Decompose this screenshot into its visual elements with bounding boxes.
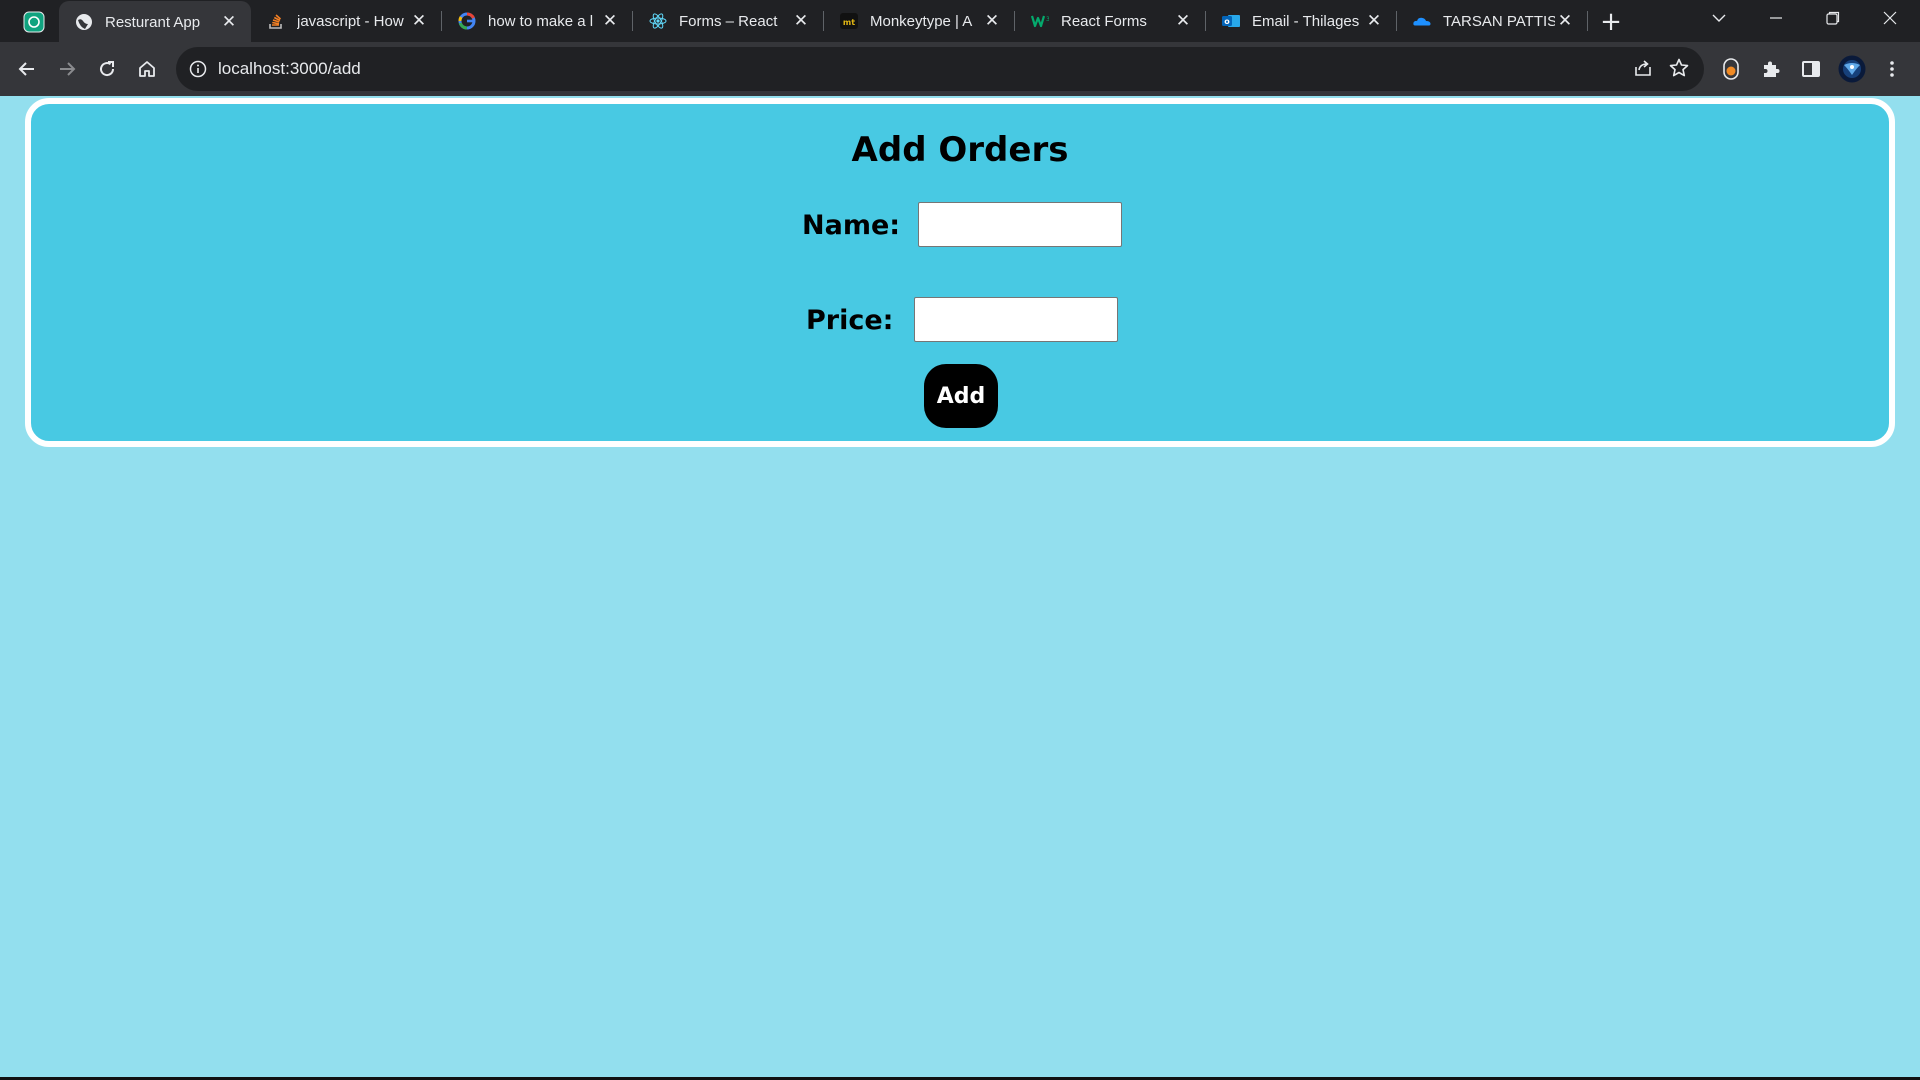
close-icon — [1883, 11, 1897, 25]
chevron-down-icon — [1712, 14, 1726, 22]
tab-search-dropdown[interactable] — [1691, 0, 1747, 36]
info-icon[interactable] — [188, 59, 208, 79]
tab-title: Resturant App — [105, 13, 201, 31]
monkeytype-icon: mt — [840, 12, 858, 30]
restore-button[interactable] — [1805, 0, 1861, 36]
side-panel-button[interactable] — [1795, 53, 1827, 85]
chatgpt-icon — [23, 11, 45, 33]
profile-button[interactable] — [1836, 53, 1868, 85]
reload-icon — [100, 61, 115, 77]
home-icon — [139, 61, 155, 77]
star-icon[interactable] — [1668, 57, 1692, 81]
browser-toolbar: localhost:3000/add — [0, 42, 1920, 96]
tab-separator — [1587, 11, 1588, 31]
name-input[interactable] — [918, 202, 1122, 247]
arrow-right-icon — [60, 62, 76, 76]
avatar — [1838, 55, 1866, 83]
new-tab-button[interactable]: + — [1597, 7, 1625, 37]
w3schools-icon: 3 — [1031, 12, 1049, 30]
add-button[interactable]: Add — [924, 364, 998, 428]
tab-forms-react[interactable]: Forms – React ✕ — [633, 0, 823, 42]
extension-badge-icon — [1723, 58, 1739, 80]
svg-text:mt: mt — [843, 18, 855, 27]
tab-title: javascript - How — [297, 12, 404, 30]
reload-button[interactable] — [91, 53, 123, 85]
url-text[interactable]: localhost:3000/add — [218, 59, 361, 79]
tab-react-forms[interactable]: 3 React Forms ✕ — [1015, 0, 1205, 42]
close-icon[interactable]: ✕ — [1173, 11, 1193, 31]
tab-how-to-make[interactable]: how to make a l ✕ — [442, 0, 632, 42]
side-panel-icon — [1802, 61, 1820, 77]
close-icon[interactable]: ✕ — [1364, 11, 1384, 31]
name-label: Name: — [802, 210, 901, 241]
close-icon[interactable]: ✕ — [219, 12, 239, 32]
restore-icon — [1826, 11, 1840, 25]
price-label: Price: — [806, 305, 894, 336]
close-icon[interactable]: ✕ — [791, 11, 811, 31]
tab-javascript-how[interactable]: javascript - How ✕ — [251, 0, 441, 42]
onedrive-icon — [1413, 12, 1431, 30]
close-window-button[interactable] — [1862, 0, 1918, 36]
back-button[interactable] — [11, 53, 43, 85]
close-icon[interactable]: ✕ — [1555, 11, 1575, 31]
extensions-menu-button[interactable] — [1755, 53, 1787, 85]
globe-icon — [75, 13, 93, 31]
tab-title: Email - Thilages — [1252, 12, 1360, 30]
share-icon[interactable] — [1632, 57, 1656, 81]
close-icon[interactable]: ✕ — [409, 11, 429, 31]
arrow-left-icon — [18, 62, 34, 76]
minimize-icon — [1770, 17, 1782, 19]
price-input[interactable] — [914, 297, 1118, 342]
tab-email[interactable]: o Email - Thilages ✕ — [1206, 0, 1396, 42]
extension-button[interactable] — [1715, 53, 1747, 85]
puzzle-icon — [1764, 61, 1780, 77]
tab-title: Monkeytype | A — [870, 12, 973, 30]
svg-text:o: o — [1224, 17, 1230, 26]
svg-text:3: 3 — [1046, 16, 1049, 23]
tab-tarsan-pattis[interactable]: TARSAN PATTIS ✕ — [1397, 0, 1587, 42]
stackoverflow-icon — [267, 12, 285, 30]
page-title: Add Orders — [851, 130, 1069, 170]
forward-button[interactable] — [51, 53, 83, 85]
more-vertical-icon — [1890, 61, 1894, 77]
tab-monkeytype[interactable]: mt Monkeytype | A ✕ — [824, 0, 1014, 42]
tab-resturant-app[interactable]: Resturant App ✕ — [59, 1, 251, 43]
tab-search-button[interactable] — [21, 9, 47, 35]
close-icon[interactable]: ✕ — [600, 11, 620, 31]
address-bar[interactable]: localhost:3000/add — [176, 47, 1704, 91]
tab-title: how to make a l — [488, 12, 594, 30]
add-orders-card: Add Orders Name: Price: Add — [25, 98, 1895, 447]
tab-strip: Resturant App ✕ javascript - How ✕ how t… — [0, 0, 1920, 43]
outlook-icon: o — [1222, 12, 1240, 30]
page-content: Add Orders Name: Price: Add — [0, 96, 1920, 1080]
menu-button[interactable] — [1876, 53, 1908, 85]
minimize-button[interactable] — [1748, 0, 1804, 36]
react-icon — [649, 12, 667, 30]
google-icon — [458, 12, 476, 30]
home-button[interactable] — [131, 53, 163, 85]
tab-title: TARSAN PATTIS — [1443, 12, 1555, 30]
tab-title: React Forms — [1061, 12, 1147, 30]
tab-title: Forms – React — [679, 12, 778, 30]
close-icon[interactable]: ✕ — [982, 11, 1002, 31]
